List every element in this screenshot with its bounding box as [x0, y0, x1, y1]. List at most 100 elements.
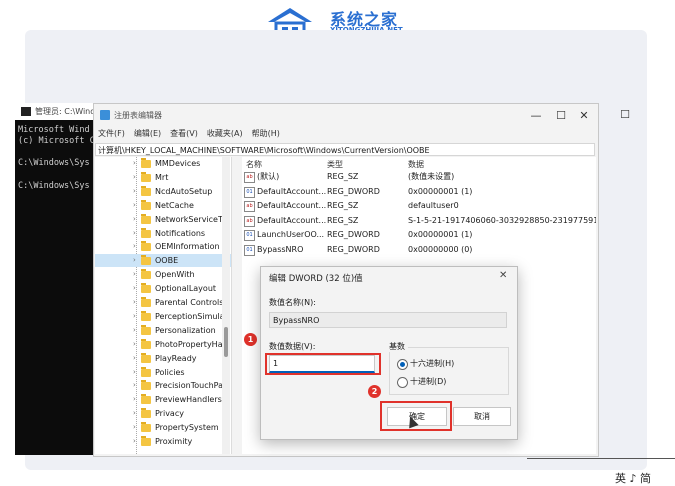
tree-item[interactable]: › Privacy	[95, 407, 231, 420]
tree-item[interactable]: › OptionalLayout	[95, 282, 231, 295]
maximize-icon[interactable]: ☐	[549, 107, 573, 125]
folder-icon	[141, 171, 151, 182]
tree-item-label: Policies	[155, 367, 185, 377]
cmd-line: Microsoft Wind	[18, 125, 90, 135]
cmd-icon	[21, 107, 31, 116]
value-type: REG_SZ	[327, 215, 359, 225]
tree-item[interactable]: › PropertySystem	[95, 421, 231, 434]
expand-chevron-icon[interactable]: ›	[133, 171, 136, 184]
radio-decimal-label[interactable]: 十进制(D)	[410, 376, 446, 387]
cancel-button[interactable]: 取消	[453, 407, 511, 426]
tree-item[interactable]: › PerceptionSimulat	[95, 310, 231, 323]
value-name-label: 数值名称(N):	[269, 298, 316, 307]
menu-favorites[interactable]: 收藏夹(A)	[207, 128, 243, 139]
value-row[interactable]: 01 DefaultAccount... REG_DWORD 0x00000001 (…	[242, 185, 596, 199]
expand-chevron-icon[interactable]: ›	[133, 185, 136, 198]
expand-chevron-icon[interactable]: ›	[133, 157, 136, 170]
string-value-icon: ab	[244, 172, 255, 183]
expand-chevron-icon[interactable]: ›	[133, 213, 136, 226]
tree-scrollbar[interactable]	[222, 157, 230, 454]
folder-icon	[141, 422, 151, 433]
expand-chevron-icon[interactable]: ›	[133, 296, 136, 309]
folder-icon	[141, 338, 151, 349]
folder-icon	[141, 436, 151, 446]
tree-item[interactable]: › NetCache	[95, 199, 231, 212]
key-tree[interactable]: › MMDevices › Mrt › NcdAutoSetup › NetCache › Net…	[95, 157, 232, 454]
binary-value-icon: 01	[244, 244, 255, 256]
value-row[interactable]: ab (默认) REG_SZ (数值未设置)	[242, 170, 596, 184]
value-type: REG_DWORD	[327, 186, 380, 196]
value-name: LaunchUserOO...	[257, 230, 325, 239]
tree-item[interactable]: › OpenWith	[95, 268, 231, 281]
folder-icon	[141, 310, 151, 321]
value-row[interactable]: ab DefaultAccount... REG_SZ S-1-5-21-191740…	[242, 214, 596, 228]
menu-view[interactable]: 查看(V)	[170, 128, 198, 139]
folder-icon	[141, 283, 151, 294]
expand-chevron-icon[interactable]: ›	[133, 421, 136, 434]
tree-item[interactable]: › NcdAutoSetup	[95, 185, 231, 198]
scrollbar-thumb[interactable]	[224, 327, 228, 357]
radio-hex[interactable]	[397, 359, 408, 370]
value-row[interactable]: 01 LaunchUserOO... REG_DWORD 0x00000001 (1)	[242, 228, 596, 242]
folder-icon	[141, 185, 151, 196]
highlight-box	[380, 401, 452, 431]
expand-chevron-icon[interactable]: ›	[133, 324, 136, 337]
close-icon[interactable]: ✕	[499, 270, 507, 281]
expand-chevron-icon[interactable]: ›	[133, 379, 136, 392]
expand-chevron-icon[interactable]: ›	[133, 254, 136, 267]
tree-item[interactable]: › NetworkServiceTri	[95, 213, 231, 226]
step-badge-1: 1	[244, 333, 257, 346]
tree-item[interactable]: › MMDevices	[95, 157, 231, 170]
menu-help[interactable]: 帮助(H)	[252, 128, 280, 139]
tree-item[interactable]: › Proximity	[95, 435, 231, 448]
value-data: (数值未设置)	[408, 172, 455, 181]
tree-item-label: Mrt	[155, 172, 169, 182]
tree-item[interactable]: › Personalization	[95, 324, 231, 337]
tree-item-label: OEMInformation	[155, 242, 220, 252]
expand-chevron-icon[interactable]: ›	[133, 338, 136, 351]
tree-item[interactable]: › OEMInformation	[95, 240, 231, 253]
edit-dword-dialog[interactable]: 编辑 DWORD (32 位)值 ✕ 数值名称(N): BypassNRO 数值…	[260, 266, 518, 440]
tree-item[interactable]: › PreviewHandlers	[95, 393, 231, 406]
maximize-icon[interactable]: ☐	[613, 106, 637, 124]
tree-item[interactable]: › Policies	[95, 366, 231, 379]
tree-item[interactable]: › Notifications	[95, 227, 231, 240]
expand-chevron-icon[interactable]: ›	[133, 199, 136, 212]
tree-item-label: OptionalLayout	[155, 284, 217, 294]
expand-chevron-icon[interactable]: ›	[133, 435, 136, 448]
expand-chevron-icon[interactable]: ›	[133, 227, 136, 240]
value-row[interactable]: 01 BypassNRO REG_DWORD 0x00000000 (0)	[242, 243, 596, 257]
value-data: 0x00000001 (1)	[408, 186, 473, 196]
expand-chevron-icon[interactable]: ›	[133, 407, 136, 420]
menu-edit[interactable]: 编辑(E)	[134, 128, 161, 139]
tree-item-label: PhotoPropertyHar	[155, 339, 226, 349]
column-header-name[interactable]: 名称	[246, 159, 262, 170]
tree-item[interactable]: › PrecisionTouchPac	[95, 379, 231, 392]
folder-icon	[141, 380, 151, 391]
expand-chevron-icon[interactable]: ›	[133, 310, 136, 323]
expand-chevron-icon[interactable]: ›	[133, 268, 136, 281]
expand-chevron-icon[interactable]: ›	[133, 352, 136, 365]
expand-chevron-icon[interactable]: ›	[133, 240, 136, 253]
value-name-field: BypassNRO	[269, 312, 507, 328]
expand-chevron-icon[interactable]: ›	[133, 366, 136, 379]
tree-item[interactable]: › PhotoPropertyHar	[95, 338, 231, 351]
tree-item[interactable]: › PlayReady	[95, 352, 231, 365]
close-icon[interactable]: ✕	[572, 107, 596, 125]
column-header-data[interactable]: 数据	[408, 159, 424, 170]
value-row[interactable]: ab DefaultAccount... REG_SZ defaultuser0	[242, 199, 596, 213]
column-header-type[interactable]: 类型	[327, 159, 343, 170]
tree-item[interactable]: › Parental Controls	[95, 296, 231, 309]
address-bar[interactable]: 计算机\HKEY_LOCAL_MACHINE\SOFTWARE\Microsof…	[95, 143, 595, 156]
minimize-icon[interactable]: —	[524, 107, 548, 125]
tree-item-label: Notifications	[155, 228, 206, 238]
radio-hex-label[interactable]: 十六进制(H)	[410, 358, 454, 369]
tree-item-label: PreviewHandlers	[155, 395, 222, 405]
expand-chevron-icon[interactable]: ›	[133, 393, 136, 406]
menu-file[interactable]: 文件(F)	[98, 128, 125, 139]
radio-decimal[interactable]	[397, 377, 408, 388]
tree-item[interactable]: › OOBE	[95, 254, 231, 268]
ime-indicator[interactable]: 英 ♪ 简	[615, 470, 651, 486]
expand-chevron-icon[interactable]: ›	[133, 282, 136, 295]
tree-item[interactable]: › Mrt	[95, 171, 231, 184]
